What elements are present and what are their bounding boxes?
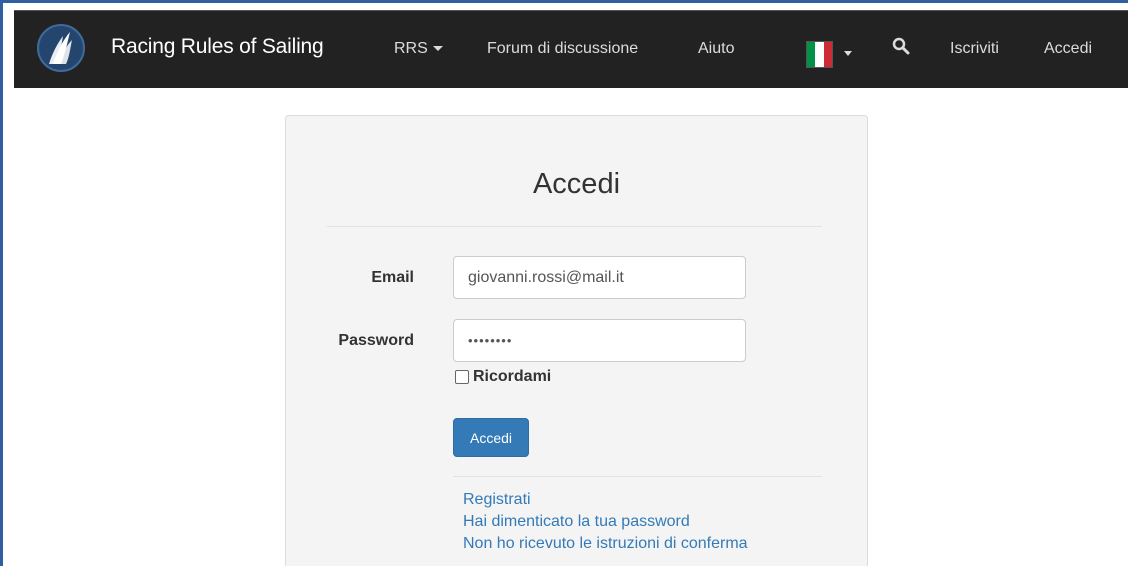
login-submit-button[interactable]: Accedi [453,418,529,457]
chevron-down-icon [432,46,443,52]
italy-flag-icon[interactable] [806,41,833,68]
register-link[interactable]: Registrati [463,491,531,509]
nav-rrs-dropdown[interactable]: RRS [394,40,443,58]
remember-me[interactable]: Ricordami [455,368,551,386]
password-field[interactable]: •••••••• [453,319,746,362]
brand-title[interactable]: Racing Rules of Sailing [111,35,324,59]
password-label: Password [338,332,414,349]
search-icon[interactable] [892,37,910,60]
nav-rrs-label: RRS [394,40,428,57]
nav-forum[interactable]: Forum di discussione [487,40,638,58]
email-field[interactable]: giovanni.rossi@mail.it [453,256,746,299]
remember-label: Ricordami [473,368,552,385]
nav-login[interactable]: Accedi [1044,40,1092,58]
title-divider [327,226,822,227]
remember-checkbox[interactable] [455,370,469,384]
nav-register[interactable]: Iscriviti [950,40,999,58]
links-divider [453,476,822,477]
forgot-password-link[interactable]: Hai dimenticato la tua password [463,513,690,531]
no-confirmation-link[interactable]: Non ho ricevuto le istruzioni di conferm… [463,535,748,553]
login-title: Accedi [532,168,621,200]
nav-help[interactable]: Aiuto [698,40,734,58]
email-label: Email [371,269,414,286]
language-chevron-down-icon[interactable] [844,51,852,56]
sailing-logo-icon[interactable] [37,24,85,72]
top-navbar: Racing Rules of Sailing RRS Forum di dis… [14,10,1128,88]
